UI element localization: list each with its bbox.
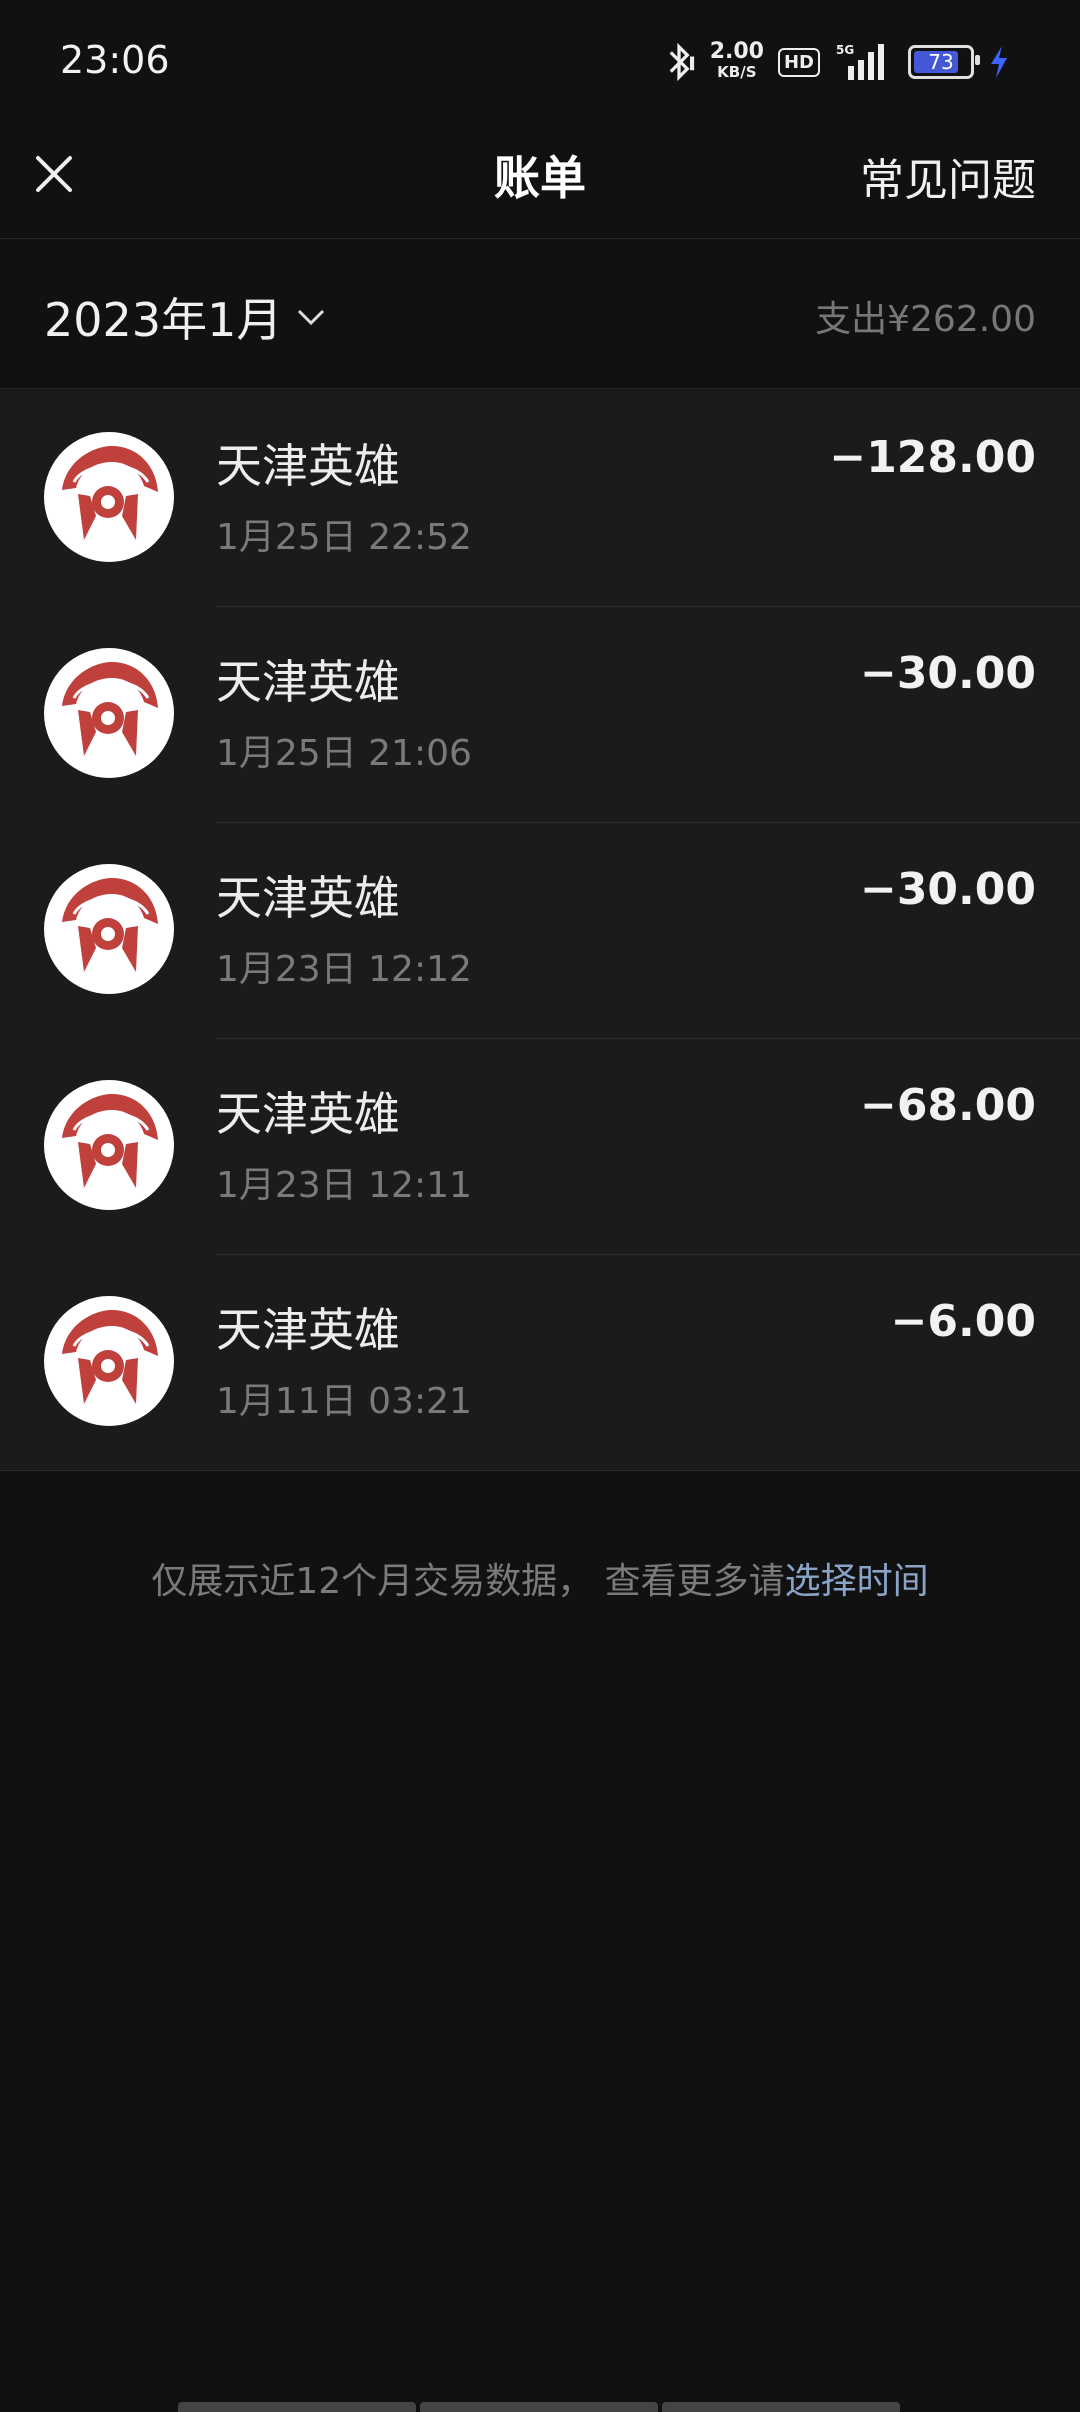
- month-label: 2023年1月: [44, 293, 283, 347]
- transaction-amount: −30.00: [859, 648, 1036, 699]
- merchant-name: 天津英雄: [216, 1087, 400, 1141]
- helmet-icon: [62, 1094, 158, 1188]
- transaction-date: 1月25日 22:52: [216, 517, 472, 558]
- hd-badge: HD: [777, 47, 820, 77]
- battery-level: 73: [928, 50, 954, 74]
- transaction-amount: −68.00: [859, 1080, 1036, 1131]
- transaction-amount: −6.00: [890, 1296, 1036, 1347]
- svg-text:5G: 5G: [836, 43, 854, 57]
- helmet-icon: [62, 662, 158, 756]
- speed-unit: KB/S: [717, 63, 757, 81]
- gesture-bar[interactable]: [178, 2402, 900, 2412]
- bluetooth-icon: [669, 42, 694, 82]
- helmet-icon: [62, 1310, 158, 1404]
- close-icon[interactable]: [30, 150, 78, 198]
- transaction-date: 1月25日 21:06: [216, 733, 472, 774]
- speed-value: 2.00: [709, 39, 764, 64]
- expense-total: 支出¥262.00: [815, 299, 1036, 340]
- merchant-name: 天津英雄: [216, 655, 400, 709]
- gesture-segment: [420, 2402, 658, 2412]
- transaction-amount: −128.00: [829, 432, 1036, 483]
- faq-button[interactable]: 常见问题: [860, 144, 1036, 208]
- merchant-logo: [44, 864, 174, 994]
- transaction-date: 1月23日 12:11: [216, 1165, 472, 1206]
- merchant-logo: [44, 1296, 174, 1426]
- charging-icon: [991, 46, 1007, 78]
- gesture-segment: [662, 2402, 900, 2412]
- merchant-logo: [44, 648, 174, 778]
- status-bar: 23:06 2.00 KB/S HD 5G 73: [0, 0, 1080, 120]
- merchant-name: 天津英雄: [216, 439, 400, 493]
- history-note-text: 仅展示近12个月交易数据， 查看更多请: [151, 1561, 785, 1602]
- signal-icon: 5G: [836, 43, 884, 80]
- status-time: 23:06: [60, 38, 170, 82]
- transaction-row[interactable]: 天津英雄 1月11日 03:21 −6.00: [0, 1254, 1080, 1470]
- helmet-icon: [62, 878, 158, 972]
- merchant-logo: [44, 1080, 174, 1210]
- transaction-date: 1月23日 12:12: [216, 949, 472, 990]
- select-time-link[interactable]: 选择时间: [785, 1561, 929, 1602]
- chevron-down-icon: [298, 309, 325, 326]
- network-speed: 2.00 KB/S: [709, 39, 764, 82]
- header: 账单 常见问题: [0, 120, 1080, 239]
- month-selector[interactable]: 2023年1月: [44, 284, 326, 350]
- transaction-row[interactable]: 天津英雄 1月23日 12:11 −68.00: [0, 1038, 1080, 1254]
- transaction-amount: −30.00: [859, 864, 1036, 915]
- transaction-row[interactable]: 天津英雄 1月23日 12:12 −30.00: [0, 822, 1080, 1038]
- helmet-icon: [62, 446, 158, 540]
- history-note: 仅展示近12个月交易数据， 查看更多请选择时间: [0, 1552, 1080, 1604]
- transaction-row[interactable]: 天津英雄 1月25日 21:06 −30.00: [0, 606, 1080, 822]
- transaction-date: 1月11日 03:21: [216, 1381, 472, 1422]
- merchant-name: 天津英雄: [216, 871, 400, 925]
- merchant-name: 天津英雄: [216, 1303, 400, 1357]
- transaction-row[interactable]: 天津英雄 1月25日 22:52 −128.00: [0, 390, 1080, 606]
- month-filter-bar: 2023年1月 支出¥262.00: [0, 240, 1080, 389]
- gesture-segment: [178, 2402, 416, 2412]
- transaction-list: 天津英雄 1月25日 22:52 −128.00 天津英雄 1月25日 21:0…: [0, 390, 1080, 1471]
- battery-icon: 73: [908, 45, 980, 79]
- merchant-logo: [44, 432, 174, 562]
- status-icons: 2.00 KB/S HD 5G 73: [662, 38, 1010, 86]
